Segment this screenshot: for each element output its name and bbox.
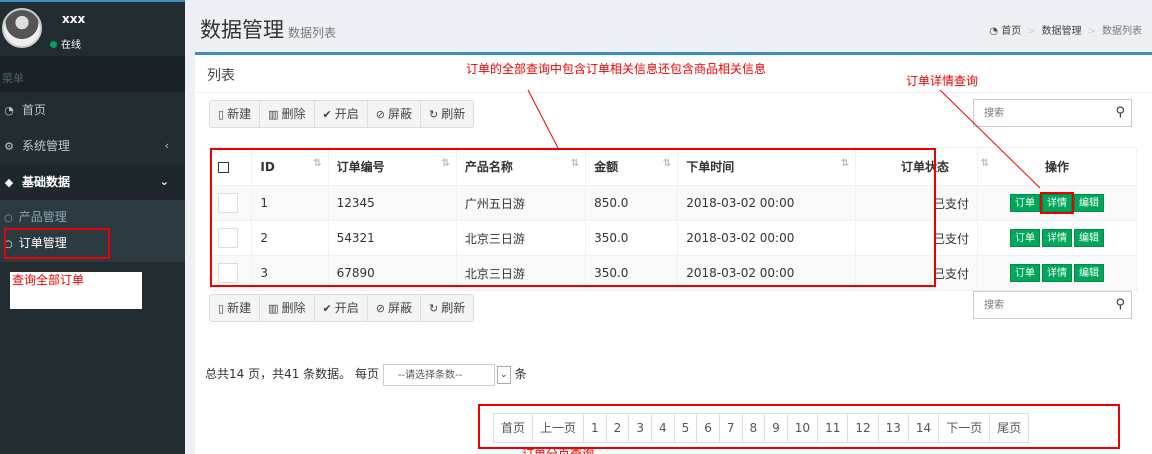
breadcrumb-home[interactable]: 首页 [1001, 26, 1021, 37]
column-actions: 操作 [977, 147, 1137, 186]
annotation-full-query: 订单的全部查询中包含订单相关信息还包含商品相关信息 [466, 62, 767, 76]
avatar[interactable] [2, 8, 42, 48]
page-title-text: 数据管理 [200, 18, 284, 42]
delete-button[interactable]: ▥ 删除 [260, 295, 315, 321]
annotation-box-table [210, 148, 936, 287]
page-size-select[interactable]: --请选择条数-- [382, 363, 495, 386]
box-title: 列表 [207, 68, 235, 84]
user-panel: xxx 在线 [0, 2, 185, 56]
refresh-icon: ↻ [428, 302, 439, 315]
check-icon: ✔ [322, 108, 332, 121]
check-icon: ✔ [322, 302, 332, 315]
search-box-top: ⚲ [973, 99, 1132, 127]
pager-info: 总共14 页，共41 条数据。 每页 --请选择条数-- ⌄ 条 [205, 363, 527, 386]
search-input[interactable] [974, 100, 1104, 126]
breadcrumb-current: 数据列表 [1102, 26, 1142, 37]
chevron-down-icon: ⌄ [159, 175, 169, 188]
circle-icon: ○ [4, 213, 13, 224]
ban-icon: ⊘ [375, 108, 385, 121]
menu-header: 菜单 [0, 56, 185, 92]
edit-button[interactable]: 编辑 [1074, 229, 1105, 247]
cell-actions: 订单 详情 编辑 [977, 185, 1137, 221]
ban-icon: ⊘ [375, 302, 385, 315]
edit-button[interactable]: 编辑 [1074, 194, 1105, 212]
page-size-unit: 条 [514, 367, 527, 381]
search-icon[interactable]: ⚲ [1115, 105, 1125, 120]
sidebar-item-label: 产品管理 [18, 210, 67, 224]
detail-button[interactable]: 详情 [1040, 192, 1075, 214]
trash-icon: ▥ [268, 108, 279, 121]
edit-button[interactable]: 编辑 [1074, 264, 1105, 282]
breadcrumb: ◔ 首页 > 数据管理 > 数据列表 [989, 26, 1142, 37]
sidebar-item-label: 基础数据 [22, 175, 71, 189]
cube-icon: ◆ [4, 176, 14, 189]
sidebar-item-basic-data[interactable]: ◆ 基础数据 ⌄ [0, 164, 185, 200]
user-name: xxx [62, 12, 86, 26]
refresh-button[interactable]: ↻ 刷新 [421, 295, 473, 321]
refresh-icon: ↻ [428, 108, 439, 121]
block-button[interactable]: ⊘ 屏蔽 [368, 101, 421, 127]
sidebar-item-product-manage[interactable]: ○ 产品管理 [0, 204, 185, 230]
file-icon: ▯ [218, 302, 225, 315]
search-input[interactable] [974, 292, 1104, 318]
page-title: 数据管理 数据列表 [200, 14, 336, 44]
refresh-button[interactable]: ↻ 刷新 [421, 101, 473, 127]
user-status-label: 在线 [61, 40, 81, 51]
online-dot-icon [50, 41, 57, 48]
annotation-paging-query: 订单分页查询 [522, 447, 595, 454]
new-button[interactable]: ▯ 新建 [210, 101, 261, 127]
cogs-icon: ⚙ [4, 140, 14, 153]
page-subtitle: 数据列表 [288, 26, 337, 40]
chevron-left-icon: ‹ [164, 139, 169, 152]
order-button[interactable]: 订单 [1010, 229, 1041, 247]
pager-info-text: 总共14 页，共41 条数据。 每页 [205, 367, 379, 381]
sidebar-item-label: 系统管理 [22, 139, 71, 153]
sidebar-item-system[interactable]: ⚙ 系统管理 ‹ [0, 128, 185, 164]
toolbar-bottom: ▯ 新建 ▥ 删除 ✔ 开启 ⊘ 屏蔽 ↻ 刷新 [209, 294, 475, 322]
sidebar-item-label: 首页 [22, 103, 47, 117]
search-box-bottom: ⚲ [973, 291, 1132, 319]
breadcrumb-section[interactable]: 数据管理 [1042, 26, 1082, 37]
trash-icon: ▥ [268, 302, 279, 315]
order-button[interactable]: 订单 [1010, 264, 1041, 282]
sidebar: xxx 在线 菜单 ◔ 首页 ⚙ 系统管理 ‹ ◆ 基础数据 ⌄ ○ 产品管理 ○ 订单管… [0, 0, 185, 454]
sidebar-item-home[interactable]: ◔ 首页 [0, 92, 185, 128]
detail-button[interactable]: 详情 [1042, 264, 1073, 282]
cell-actions: 订单 详情 编辑 [977, 255, 1137, 291]
detail-button[interactable]: 详情 [1042, 229, 1073, 247]
new-button[interactable]: ▯ 新建 [210, 295, 261, 321]
divider [195, 92, 1152, 93]
order-button[interactable]: 订单 [1010, 194, 1041, 212]
user-status: 在线 [50, 36, 81, 51]
dashboard-icon: ◔ [989, 26, 999, 37]
dashboard-icon: ◔ [4, 104, 14, 117]
block-button[interactable]: ⊘ 屏蔽 [368, 295, 421, 321]
cell-actions: 订单 详情 编辑 [977, 220, 1137, 256]
enable-button[interactable]: ✔ 开启 [315, 101, 368, 127]
toolbar-top: ▯ 新建 ▥ 删除 ✔ 开启 ⊘ 屏蔽 ↻ 刷新 [209, 100, 475, 128]
annotation-box-pagination [478, 404, 1120, 449]
annotation-query-all: 查询全部订单 [12, 273, 85, 287]
annotation-box-order-manage [4, 228, 110, 259]
file-icon: ▯ [218, 108, 225, 121]
delete-button[interactable]: ▥ 删除 [260, 101, 315, 127]
search-icon[interactable]: ⚲ [1115, 297, 1125, 312]
chevron-down-icon[interactable]: ⌄ [496, 365, 511, 384]
annotation-detail-query: 订单详情查询 [906, 74, 979, 88]
enable-button[interactable]: ✔ 开启 [315, 295, 368, 321]
